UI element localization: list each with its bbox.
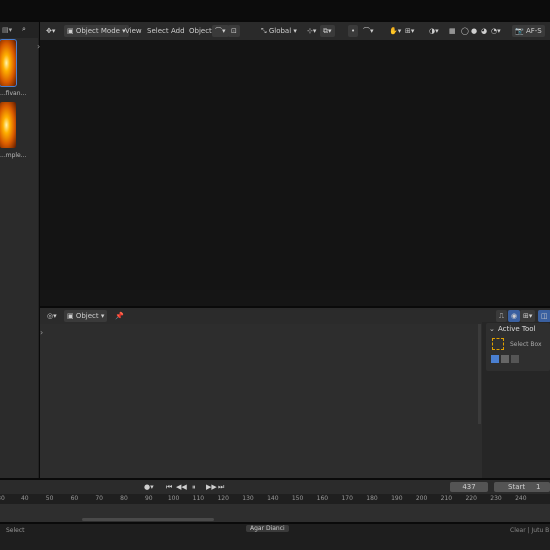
xray-icon[interactable]: ▦ — [446, 25, 459, 37]
timeline-scrollbar[interactable] — [82, 518, 214, 521]
pin-icon[interactable]: 📌 — [112, 310, 127, 322]
timeline-header: ●▾ ⏮ ◀◀ ⏸ ▶▶ ⏭ 437 Start 1 — [0, 480, 550, 494]
ruler-tick: 230 — [490, 495, 502, 502]
prop-tab-view-icon[interactable]: ◫ — [538, 310, 550, 322]
properties-body[interactable]: › — [40, 324, 482, 478]
viewport-footer — [40, 290, 550, 306]
ruler-tick: 120 — [217, 495, 229, 502]
ruler-tick: 200 — [415, 495, 428, 502]
timeline-ruler[interactable]: 30 40 50 60 70 80 90 100 110 120 130 140 150 160 170 18… — [0, 494, 550, 504]
menu-add[interactable]: Add — [168, 25, 188, 37]
prop-tab-tool-icon[interactable]: ⎍ — [496, 310, 507, 322]
active-tool-panel: ⌄ Active Tool Select Box — [486, 323, 550, 371]
ruler-tick: 180 — [366, 495, 378, 502]
ruler-tick: 30 — [0, 495, 5, 502]
editor-type-icon[interactable]: ✥▾ — [43, 25, 58, 37]
play-icon[interactable]: ⏸ — [192, 483, 196, 492]
ruler-tick: 110 — [192, 495, 205, 502]
thumbnail-2-label: ...mple... — [0, 152, 27, 159]
viewport-header: ✥▾ ▣ Object Mode ▾ View Select Add Objec… — [40, 22, 550, 40]
render-badge[interactable]: 📷 AF-S — [512, 25, 545, 37]
file-browser-header: ▤▾ ⌕ — [0, 22, 38, 38]
ruler-tick: 40 — [20, 495, 29, 502]
ruler-tick: 60 — [70, 495, 79, 502]
prev-keyframe-icon[interactable]: ◀◀ — [176, 483, 187, 491]
select-mode-subtract-icon[interactable] — [511, 355, 519, 363]
shading-rendered-icon[interactable]: ◔▾ — [488, 25, 504, 37]
ruler-tick: 80 — [120, 495, 128, 502]
ruler-tick: 130 — [242, 495, 254, 502]
start-frame-field[interactable]: Start 1 — [494, 482, 550, 492]
ruler-tick: 210 — [440, 495, 453, 502]
pivot-icon[interactable]: ⊹▾ — [304, 25, 319, 37]
ruler-tick: 100 — [167, 495, 180, 502]
menu-object[interactable]: Object — [186, 25, 215, 37]
prop-tab-render-icon[interactable]: ◉ — [508, 310, 521, 322]
ruler-tick: 160 — [316, 495, 329, 502]
mode-label: Object Mode — [75, 27, 120, 35]
gizmo-icon[interactable]: ⊞▾ — [402, 25, 417, 37]
ruler-tick: 170 — [341, 495, 353, 502]
orientation-dropdown[interactable]: ⤡ Global ▾ — [258, 25, 300, 37]
panel-expand-icon[interactable]: › — [40, 328, 43, 337]
scrollbar[interactable] — [478, 324, 481, 424]
snap-icon[interactable]: ⧉▾ — [320, 25, 335, 37]
status-center: Agar Dianci — [246, 525, 289, 532]
active-tool-name: Select Box — [510, 341, 542, 348]
thumbnail-1[interactable] — [0, 39, 17, 87]
orientation-label: Global — [268, 27, 292, 35]
toolbar-expand-icon[interactable]: › — [37, 42, 40, 51]
view-toggle-icon[interactable]: ▤▾ — [2, 26, 12, 34]
select-mode-new-icon[interactable] — [491, 355, 499, 363]
menu-view[interactable]: View — [122, 25, 145, 37]
snap-target-icon[interactable]: • — [348, 25, 359, 37]
top-edge — [0, 0, 550, 20]
status-bar: Select Agar Dianci Clear | Jutu B — [0, 524, 550, 550]
start-label: Start — [508, 483, 526, 491]
jump-start-icon[interactable]: ⏮ — [166, 483, 172, 492]
select-box-icon[interactable] — [492, 338, 504, 350]
ruler-tick: 190 — [391, 495, 403, 502]
status-left: Select — [6, 527, 25, 534]
properties-header: ◎▾ ▣ Object ▾ 📌 ⎍ ◉ ⊞▾ ◫ — [40, 308, 550, 324]
active-tool-collapse-icon[interactable]: ⌄ — [489, 325, 495, 333]
thumbnail-2[interactable] — [0, 102, 16, 148]
context-label: Object — [75, 312, 99, 320]
viewport-3d[interactable]: › — [37, 40, 550, 291]
start-value: 1 — [536, 483, 541, 491]
editor-type-icon-2[interactable]: ◎▾ — [44, 310, 60, 322]
overlay-icon[interactable]: ◑▾ — [426, 25, 442, 37]
proportional-toggle[interactable]: ⊡ — [228, 25, 240, 37]
ruler-tick: 240 — [515, 495, 527, 502]
render-badge-label: AF-S — [525, 27, 542, 35]
next-keyframe-icon[interactable]: ▶▶ — [206, 483, 217, 491]
jump-end-icon[interactable]: ⏭ — [218, 483, 224, 492]
status-right: Clear | Jutu B — [510, 527, 550, 534]
thumbnail-1-label: ...fivan... — [0, 90, 27, 97]
ruler-tick: 70 — [95, 495, 104, 502]
mode-dropdown[interactable]: ▣ Object Mode ▾ — [64, 25, 129, 37]
record-icon[interactable]: ●▾ — [144, 483, 154, 491]
ruler-tick: 150 — [291, 495, 304, 502]
snap-toggle[interactable]: ⌒▾ — [212, 25, 229, 37]
ruler-tick: 220 — [465, 495, 477, 502]
context-dropdown[interactable]: ▣ Object ▾ — [64, 310, 108, 322]
falloff-icon[interactable]: ⌒▾ — [360, 25, 377, 37]
prop-tab-output-icon[interactable]: ⊞▾ — [520, 310, 536, 322]
ruler-tick: 90 — [144, 495, 153, 502]
select-mode-extend-icon[interactable] — [501, 355, 509, 363]
current-frame-field[interactable]: 437 — [450, 482, 488, 492]
active-tool-title: Active Tool — [498, 325, 536, 333]
search-icon[interactable]: ⌕ — [22, 25, 26, 34]
ruler-tick: 140 — [267, 495, 279, 502]
ruler-tick: 50 — [45, 495, 54, 502]
